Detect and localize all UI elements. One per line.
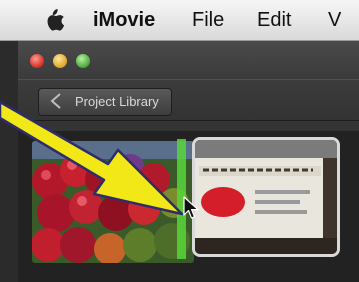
- annotation-arrow: [0, 100, 184, 216]
- mouse-cursor-icon: [183, 196, 199, 219]
